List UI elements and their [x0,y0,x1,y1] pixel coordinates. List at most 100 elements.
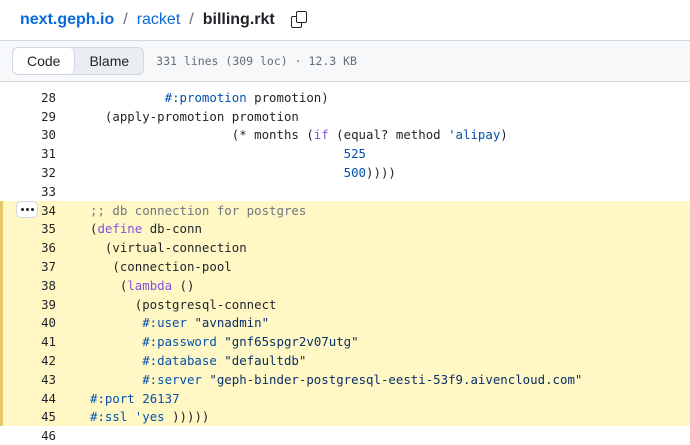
line-number[interactable]: 29 [0,109,56,124]
kebab-dot-icon [30,207,34,211]
line-number[interactable]: 45 [0,409,56,424]
code-line: 36 (virtual-connection [0,238,690,258]
code-token: (apply-promotion promotion [90,108,299,124]
code-token: #:port [90,390,135,406]
line-code: ;; db connection for postgres [56,203,306,218]
code-line: 46 [0,426,690,445]
line-number[interactable]: 38 [0,278,56,293]
line-code: (lambda () [56,277,195,293]
breadcrumb-separator: / [123,11,128,28]
line-code: (define db-conn [56,221,202,236]
code-token: 500 [343,165,367,181]
code-token: #:promotion [164,89,247,105]
code-token: ) [500,127,508,143]
code-token: 'alipay [448,127,501,143]
line-number[interactable]: 30 [0,127,56,142]
line-number[interactable]: 40 [0,315,56,330]
code-token: promotion) [246,89,329,105]
line-code: #:user "avnadmin" [56,315,269,330]
line-code: #:password "gnf65spgr2v07utg" [56,334,359,350]
code-token: )))) [366,165,396,181]
breadcrumb-separator: / [189,11,194,28]
code-line: 40 #:user "avnadmin" [0,313,690,333]
code-token: #:ssl [90,409,128,425]
file-toolbar: Code Blame 331 lines (309 loc) · 12.3 KB [0,40,690,82]
code-line: 31 525 [0,144,690,163]
line-code: (postgresql-connect [56,297,277,312]
code-line: 42 #:database "defaultdb" [0,351,690,370]
code-line: 45 #:ssl 'yes ))))) [0,407,690,427]
line-number[interactable]: 46 [0,428,56,443]
line-number[interactable]: 42 [0,353,56,368]
blame-view-button[interactable]: Blame [75,48,143,74]
breadcrumb-repo-link[interactable]: next.geph.io [20,11,114,29]
kebab-dot-icon [20,207,24,211]
code-view-button[interactable]: Code [13,48,76,74]
code-token: #:database [142,353,217,369]
code-line: 37 (connection-pool [0,257,690,276]
code-line: 38 (lambda () [0,275,690,295]
code-token: "gnf65spgr2v07utg" [224,334,359,350]
code-token: ))))) [164,409,210,425]
code-token: ;; db connection for postgres [90,202,307,218]
code-token: () [172,277,195,293]
line-number[interactable]: 41 [0,334,56,349]
code-token: db-conn [142,221,202,237]
code-token: (equal? method [328,127,449,143]
line-number[interactable]: 32 [0,165,56,180]
code-line: 34;; db connection for postgres [0,200,690,220]
code-token: 525 [343,146,367,162]
code-line: 30 (* months (if (equal? method 'alipay) [0,126,690,145]
code-token: (connection-pool [90,259,232,275]
code-line: 29 (apply-promotion promotion [0,107,690,126]
code-token: #:server [142,371,202,387]
code-line: 35 (define db-conn [0,219,690,239]
line-number[interactable]: 28 [0,90,56,105]
line-code: (connection-pool [56,259,232,275]
breadcrumb-folder-link[interactable]: racket [137,11,181,29]
code-line: 28 #:promotion promotion) [0,88,690,107]
line-number[interactable]: 31 [0,146,56,161]
line-code: #:database "defaultdb" [56,353,306,368]
line-number[interactable]: 36 [0,240,56,255]
line-number[interactable]: 33 [0,184,56,199]
line-actions-button[interactable] [16,200,38,218]
line-code: 525 [56,146,366,161]
breadcrumb: next.geph.io / racket / billing.rkt [0,0,690,40]
kebab-dot-icon [25,207,29,211]
view-mode-toggle: Code Blame [12,47,145,75]
line-number[interactable]: 43 [0,372,56,387]
line-code: 500)))) [56,165,396,180]
line-code: #:server "geph-binder-postgresql-eesti-5… [56,372,582,387]
code-token: "defaultdb" [224,353,307,369]
code-line: 33 [0,182,690,201]
code-line: 43 #:server "geph-binder-postgresql-eest… [0,369,690,389]
line-code: (virtual-connection [56,240,247,255]
copy-path-button[interactable] [289,10,309,30]
code-token: define [97,221,143,237]
code-line: 41 #:password "gnf65spgr2v07utg" [0,332,690,352]
line-number[interactable]: 37 [0,259,56,274]
line-code: #:port 26137 [56,391,180,406]
file-info: 331 lines (309 loc) · 12.3 KB [156,54,357,68]
line-code: (* months (if (equal? method 'alipay) [56,127,508,142]
code-token: 'yes [134,409,165,425]
code-token: ( [90,277,128,293]
code-token: lambda [127,277,173,293]
copy-icon [295,11,307,23]
line-number[interactable]: 35 [0,221,56,236]
code-line: 39 (postgresql-connect [0,294,690,314]
code-token: (postgresql-connect [90,296,277,312]
code-token: (* months ( [90,127,314,143]
code-token: #:password [142,334,217,350]
code-view: 28 #:promotion promotion) 29 (apply-promo… [0,88,690,445]
line-number[interactable]: 39 [0,297,56,312]
line-number[interactable]: 44 [0,391,56,406]
code-token: (virtual-connection [90,240,247,256]
breadcrumb-file-name: billing.rkt [202,11,275,28]
